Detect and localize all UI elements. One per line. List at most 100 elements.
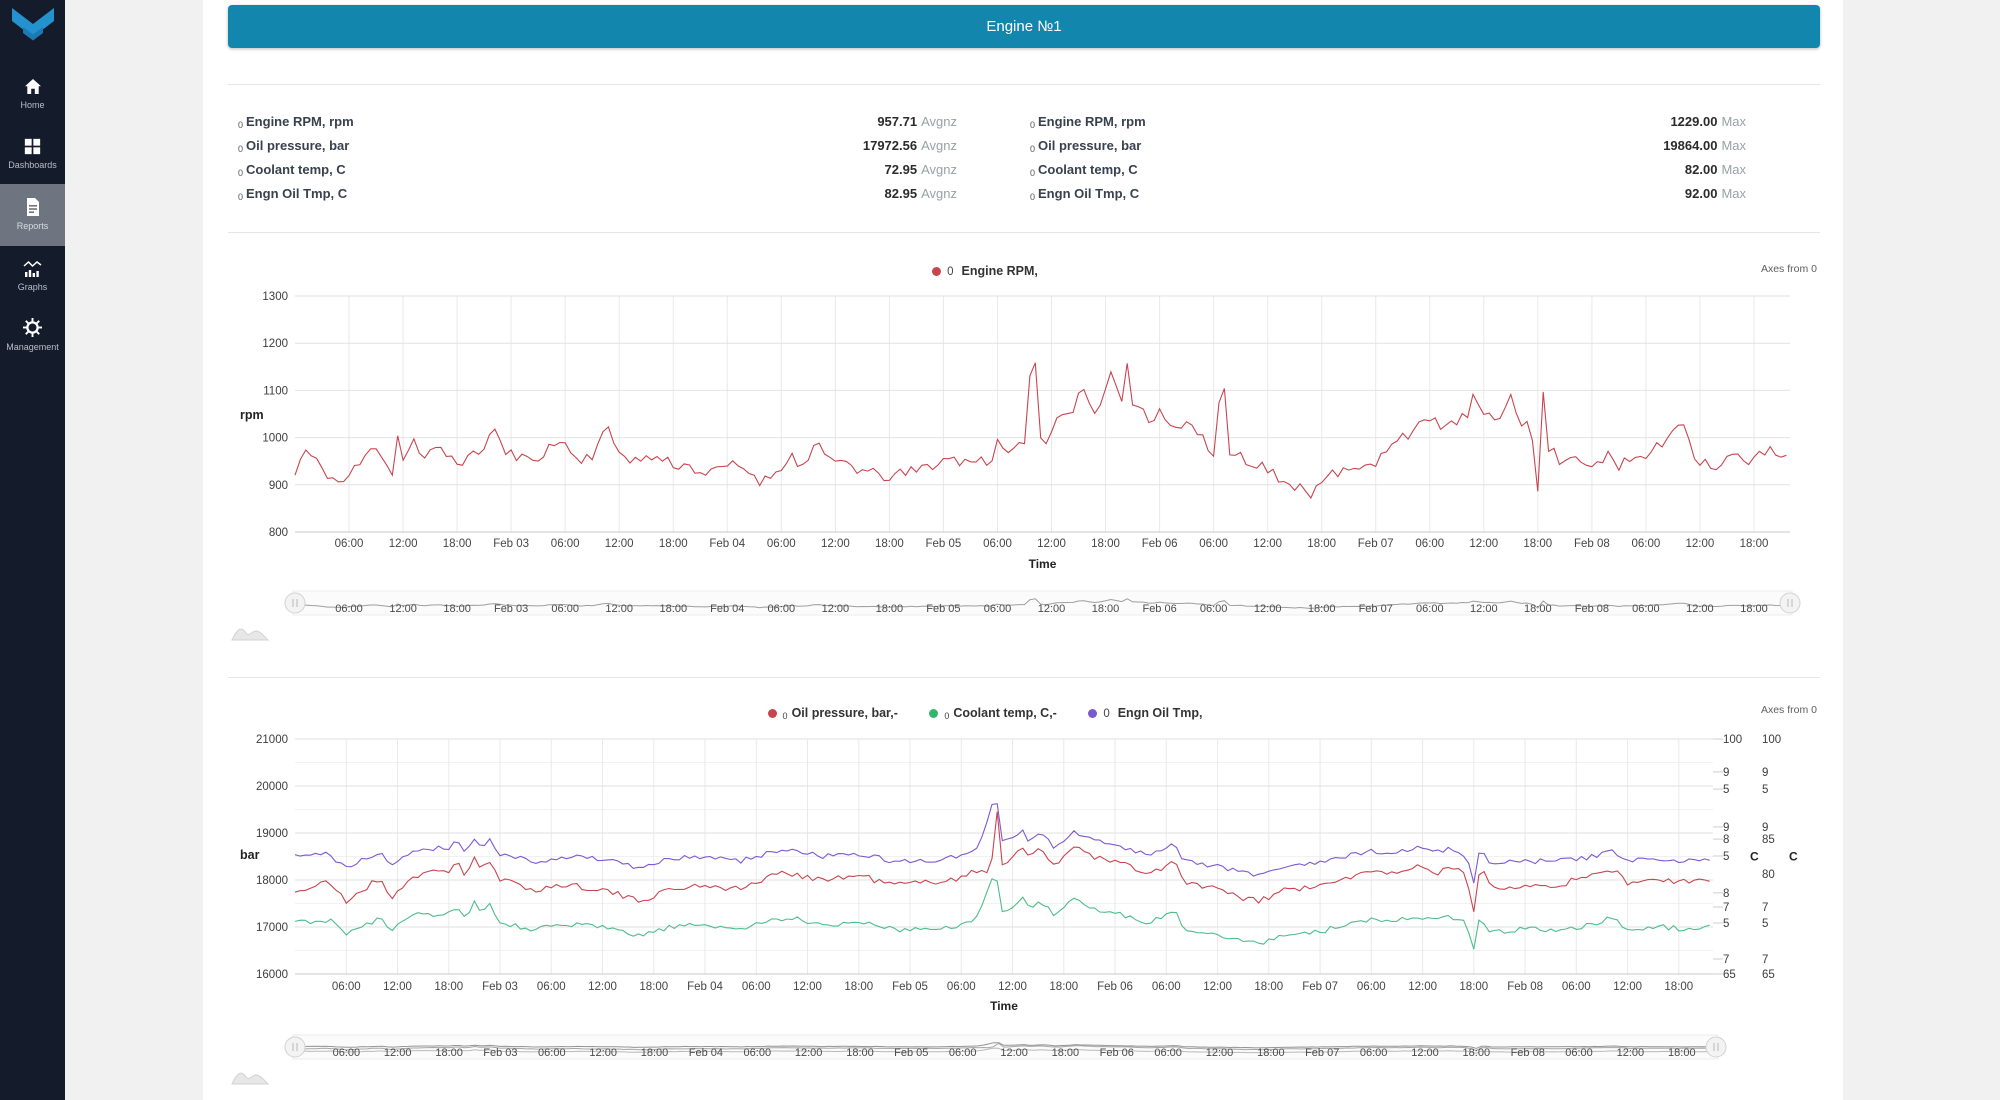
x-tick-label: 12:00: [383, 981, 412, 993]
right-axis-label: 7: [1723, 954, 1729, 966]
x-tick-label: 18:00: [639, 981, 668, 993]
engine-rpm-navigator[interactable]: 06:00 12:00 18:00 Feb 03 06:00 12:00 18:00 Feb …: [230, 588, 1810, 624]
navigator-left-handle[interactable]: [284, 1036, 306, 1058]
right-axis-label: 7: [1723, 902, 1729, 914]
engine-rpm-chart[interactable]: 06:00 12:00 18:00 Feb 03 06:00 12:00 18:00 Feb …: [230, 282, 1810, 578]
navigator-tick-label: 12:00: [1206, 1047, 1234, 1059]
navigator-tick-label: 18:00: [660, 603, 688, 615]
stat-row: 0 Engn Oil Tmp, C 82.95 Avgnz: [238, 182, 957, 206]
series-line: [294, 803, 1710, 884]
right-axis-label: 80: [1762, 869, 1775, 881]
legend-item-engine-rpm[interactable]: 0 Engine RPM,: [932, 261, 1038, 282]
x-tick-label: Feb 07: [1302, 981, 1338, 993]
navigator-right-handle[interactable]: [1779, 592, 1801, 614]
series-marker-icon: [767, 709, 777, 718]
axes-from-zero-note: Axes from 0: [1760, 263, 1817, 275]
right-axis-label: 100: [1723, 734, 1742, 746]
navigator-tick-label: 18:00: [846, 1047, 874, 1059]
stat-label: 0 Oil pressure, bar: [238, 138, 350, 154]
x-tick-label: 18:00: [1091, 538, 1120, 550]
right-axis-label: 100: [1762, 734, 1781, 746]
home-icon: [24, 79, 41, 94]
stat-value: 72.95 Avgnz: [884, 162, 957, 177]
x-tick-label: 18:00: [1523, 538, 1552, 550]
x-tick-label: 18:00: [1664, 981, 1693, 993]
x-tick-label: 06:00: [742, 981, 771, 993]
x-tick-label: 18:00: [1740, 538, 1769, 550]
x-axis-title: Time: [990, 999, 1018, 1013]
sidebar-item-graphs[interactable]: Graphs: [0, 254, 65, 306]
navigator-tick-label: Feb 06: [1142, 603, 1176, 615]
sidebar-item-home[interactable]: Home: [0, 72, 65, 122]
navigator-tick-label: 12:00: [1470, 603, 1498, 615]
stat-label: 0 Engn Oil Tmp, C: [238, 186, 348, 202]
navigator-tick-label: 18:00: [1052, 1047, 1080, 1059]
x-tick-label: 12:00: [998, 981, 1027, 993]
x-tick-label: 06:00: [1357, 981, 1386, 993]
reports-icon: [27, 198, 39, 216]
right-axis-label: 65: [1723, 969, 1736, 981]
management-icon: [23, 318, 42, 337]
x-tick-label: Feb 05: [925, 538, 961, 550]
navigator-left-handle[interactable]: [284, 592, 306, 614]
navigator-tick-label: 12:00: [384, 1047, 412, 1059]
dashboards-icon: [24, 138, 41, 155]
app-root: Home Dashboards Reports Graphs Managemen…: [0, 0, 2000, 1100]
x-tick-label: 06:00: [1562, 981, 1591, 993]
right-axis-label: 9: [1723, 822, 1729, 834]
pressure-temp-navigator[interactable]: 06:00 12:00 18:00 Feb 03 06:00 12:00 18:00 Feb …: [230, 1032, 1810, 1068]
x-tick-label: 18:00: [1307, 538, 1336, 550]
x-axis-title: Time: [1029, 557, 1057, 571]
navigator-tick-label: 12:00: [795, 1047, 823, 1059]
y-tick-label: 21000: [256, 734, 288, 746]
navigator-tick-label: Feb 06: [1100, 1047, 1134, 1059]
x-tick-label: 18:00: [443, 538, 472, 550]
legend-item-oil-pressure[interactable]: 0 Oil pressure, bar,-: [767, 703, 898, 726]
sidebar-item-reports[interactable]: Reports: [0, 184, 65, 246]
x-tick-label: Feb 04: [709, 538, 745, 550]
navigator-tick-label: 12:00: [1254, 603, 1282, 615]
y-tick-label: 20000: [256, 781, 288, 793]
stat-row: 0 Coolant temp, C 72.95 Avgnz: [238, 158, 957, 182]
navigator-tick-label: 12:00: [389, 603, 417, 615]
x-tick-label: 12:00: [588, 981, 617, 993]
navigator-tick-label: 18:00: [1463, 1047, 1491, 1059]
x-tick-label: 06:00: [1199, 538, 1228, 550]
navigator-tick-label: Feb 08: [1511, 1047, 1545, 1059]
stat-label: 0 Engine RPM, rpm: [1030, 114, 1146, 130]
x-tick-label: 12:00: [1613, 981, 1642, 993]
x-tick-label: 06:00: [332, 981, 361, 993]
pressure-temp-chart[interactable]: 06:00 12:00 18:00 Feb 03 06:00 12:00 18:00 Feb …: [230, 726, 1810, 1026]
navigator-tick-label: 18:00: [1740, 603, 1768, 615]
stat-value: 82.00 Max: [1684, 162, 1746, 177]
divider: [228, 677, 1820, 678]
navigator-tick-label: 06:00: [335, 603, 363, 615]
sidebar-item-label: Dashboards: [8, 160, 57, 170]
sidebar-item-dashboards[interactable]: Dashboards: [0, 132, 65, 182]
series-marker-icon: [932, 267, 942, 276]
legend-item-coolant-temp[interactable]: 0 Coolant temp, C,-: [929, 703, 1057, 726]
navigator-tick-label: 06:00: [538, 1047, 566, 1059]
x-tick-label: Feb 05: [892, 981, 928, 993]
navigator-tick-label: Feb 05: [926, 603, 960, 615]
x-tick-label: 12:00: [389, 538, 418, 550]
stat-row: 0 Engine RPM, rpm 957.71 Avgnz: [238, 110, 957, 134]
right-axis-label: 5: [1762, 918, 1768, 930]
navigator-tick-label: 12:00: [1617, 1047, 1645, 1059]
navigator-tick-label: 06:00: [768, 603, 796, 615]
x-tick-label: 18:00: [1254, 981, 1283, 993]
app-logo-chevron-icon[interactable]: [9, 7, 57, 47]
navigator-right-handle[interactable]: [1705, 1036, 1727, 1058]
navigator-preview-icon: [231, 628, 269, 641]
x-tick-label: Feb 06: [1097, 981, 1133, 993]
sidebar-item-label: Home: [20, 100, 45, 110]
navigator-tick-label: 06:00: [333, 1047, 361, 1059]
navigator-tick-label: 12:00: [822, 603, 850, 615]
x-tick-label: 06:00: [767, 538, 796, 550]
legend-item-engn-oil-tmp[interactable]: 0 Engn Oil Tmp,: [1088, 703, 1202, 724]
series-line: [294, 878, 1710, 950]
navigator-tick-label: 12:00: [605, 603, 633, 615]
sidebar-item-management[interactable]: Management: [0, 312, 65, 366]
x-tick-label: 12:00: [793, 981, 822, 993]
navigator-tick-label: 18:00: [1092, 603, 1120, 615]
